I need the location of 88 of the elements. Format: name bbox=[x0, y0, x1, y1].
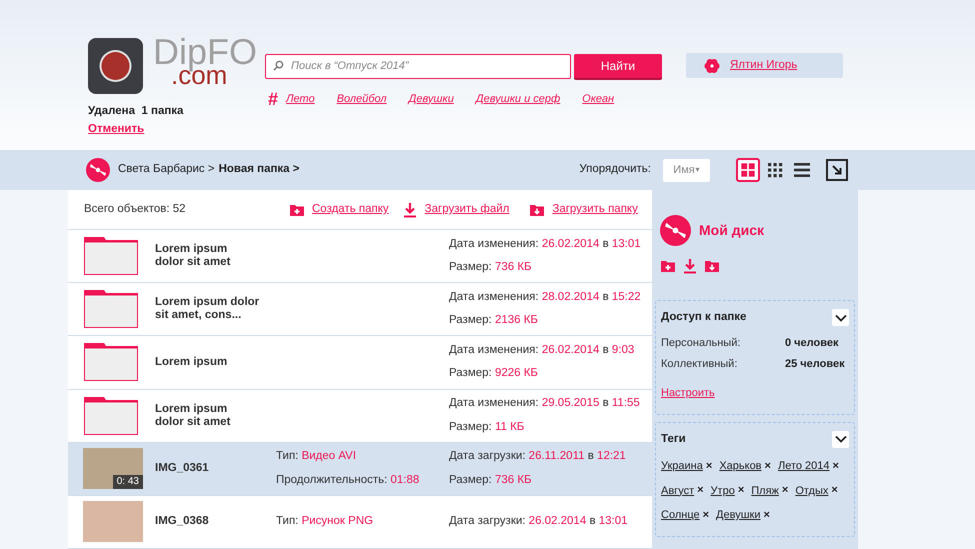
action-link[interactable]: Создать папку bbox=[289, 200, 389, 218]
file-date: Дата загрузки: 26.02.2014 в 13:01 bbox=[449, 514, 628, 530]
access-label: Коллективный: bbox=[661, 356, 738, 372]
file-size: Размер: 11 КБ bbox=[449, 420, 526, 435]
folder-icon bbox=[83, 342, 139, 382]
file-type: Тип: Видео AVI bbox=[276, 449, 358, 464]
tiles-view-button[interactable] bbox=[736, 158, 760, 182]
file-type: Тип: Рисунок PNG bbox=[276, 514, 374, 530]
sort-label: Упорядочить: bbox=[579, 162, 651, 178]
remove-tag-button[interactable]: × bbox=[782, 485, 788, 496]
tag-link[interactable]: Пляж bbox=[751, 482, 779, 499]
file-size: Размер: 736 КБ bbox=[449, 472, 533, 488]
file-size: Размер: 736 КБ bbox=[449, 260, 533, 276]
folder-download-icon bbox=[704, 258, 720, 274]
file-name: IMG_0361 bbox=[155, 462, 210, 476]
file-date: Дата изменения: 26.02.2014 в 9:03 bbox=[449, 343, 634, 358]
file-name: Lorem ipsum bbox=[155, 356, 228, 369]
notice-text: Удалена 1 папка bbox=[88, 104, 184, 119]
file-date: Дата изменения: 29.05.2015 в 11:55 bbox=[449, 396, 640, 412]
remove-tag-button[interactable]: × bbox=[831, 485, 838, 496]
tag-link[interactable]: Лето bbox=[286, 90, 315, 108]
tag-link[interactable]: Август bbox=[661, 482, 694, 499]
file-name: Lorem ipsum dolor sit amet bbox=[155, 243, 232, 270]
file-row[interactable]: Lorem ipsum dolor sit amet Дата изменения: 29.05.2015 в 11:55 Размер: 11 КБ bbox=[68, 390, 652, 443]
download-icon bbox=[402, 202, 418, 218]
total-count: Всего объектов: 52 bbox=[84, 202, 187, 217]
search-field[interactable]: Поиск в “Отпуск 2014” bbox=[265, 54, 571, 78]
access-value: 25 человек bbox=[785, 356, 846, 372]
tag-link[interactable]: Девушки bbox=[408, 90, 454, 108]
remove-tag-button[interactable]: × bbox=[697, 485, 704, 496]
tag-link[interactable]: Украина bbox=[661, 458, 703, 474]
folder-icon bbox=[83, 289, 139, 330]
access-title: Доступ к папке bbox=[661, 310, 746, 325]
remove-tag-button[interactable]: × bbox=[764, 460, 771, 472]
folder-plus-icon bbox=[660, 258, 676, 274]
file-size: Размер: 9226 КБ bbox=[449, 366, 539, 382]
remove-tag-button[interactable]: × bbox=[764, 510, 770, 521]
breadcrumb-parent[interactable]: Света Барбарис > bbox=[118, 161, 215, 179]
tag-link[interactable]: Отдых bbox=[795, 482, 828, 499]
file-date: Дата изменения: 28.02.2014 в 15:22 bbox=[449, 290, 641, 306]
collapse-toggle[interactable] bbox=[832, 309, 849, 326]
logo-icon bbox=[88, 38, 143, 94]
file-size: Размер: 2136 КБ bbox=[449, 313, 539, 328]
photo-placeholder bbox=[83, 501, 143, 542]
disc-icon bbox=[660, 215, 691, 246]
file-duration: Продолжительность: 01:88 bbox=[276, 472, 420, 488]
search-button[interactable]: Найти bbox=[574, 54, 662, 78]
remove-tag-button[interactable]: × bbox=[706, 460, 712, 472]
tag-link[interactable]: Лето 2014 bbox=[778, 458, 830, 474]
disc-icon bbox=[86, 158, 110, 182]
tag-link[interactable]: Харьков bbox=[719, 458, 762, 474]
folder-icon bbox=[83, 236, 139, 276]
file-date: Дата изменения: 26.02.2014 в 13:01 bbox=[449, 236, 641, 252]
remove-tag-button[interactable]: × bbox=[702, 510, 710, 521]
tag-link[interactable]: Волейбол bbox=[336, 90, 387, 108]
hash-symbol: # bbox=[268, 90, 278, 108]
file-row[interactable]: 0: 43 IMG_0361 Тип: Видео AVI Продолжительность: 01:88 Дата загрузки: 26.11.2011 в 12:21 Размер: 736 КБ bbox=[68, 442, 652, 496]
remove-tag-button[interactable]: × bbox=[832, 460, 839, 472]
search-icon bbox=[273, 60, 284, 71]
remove-tag-button[interactable]: × bbox=[738, 485, 744, 496]
sidebar-action-button[interactable] bbox=[682, 258, 698, 274]
file-name: Lorem ipsum dolor sit amet bbox=[155, 402, 232, 429]
tag-link[interactable]: Утро bbox=[710, 482, 735, 499]
breadcrumb-current: Новая папка > bbox=[218, 162, 300, 178]
action-link[interactable]: Загрузить файл bbox=[402, 200, 510, 218]
arrow-icon bbox=[831, 164, 843, 176]
folder-icon bbox=[83, 396, 139, 436]
undo-link[interactable]: Отменить bbox=[88, 121, 144, 138]
sidebar-title: Мой диск bbox=[699, 221, 764, 240]
file-name: IMG_0368 bbox=[155, 515, 210, 528]
tag-link[interactable]: Солнце bbox=[661, 507, 700, 524]
sidebar-action-button[interactable] bbox=[704, 258, 720, 274]
file-date: Дата загрузки: 26.11.2011 в 12:21 bbox=[449, 449, 626, 464]
tags-title: Теги bbox=[661, 432, 686, 447]
sort-dropdown[interactable]: Имя▾ bbox=[663, 158, 710, 182]
tag-link[interactable]: Девушки и серф bbox=[476, 90, 560, 108]
file-name: Lorem ipsum dolor sit amet, cons... bbox=[155, 296, 260, 322]
duration-badge: 0: 43 bbox=[112, 475, 143, 490]
tag-link[interactable]: Океан bbox=[582, 90, 614, 108]
download-icon bbox=[682, 258, 698, 274]
expand-button[interactable] bbox=[826, 159, 848, 181]
flower-icon bbox=[704, 58, 720, 74]
access-value: 0 человек bbox=[785, 336, 840, 352]
sidebar-action-button[interactable] bbox=[660, 258, 676, 274]
action-link[interactable]: Загрузить папку bbox=[529, 200, 638, 218]
tag-link[interactable]: Девушки bbox=[716, 507, 760, 524]
collapse-toggle[interactable] bbox=[832, 430, 849, 448]
access-label: Персональный: bbox=[661, 336, 740, 352]
